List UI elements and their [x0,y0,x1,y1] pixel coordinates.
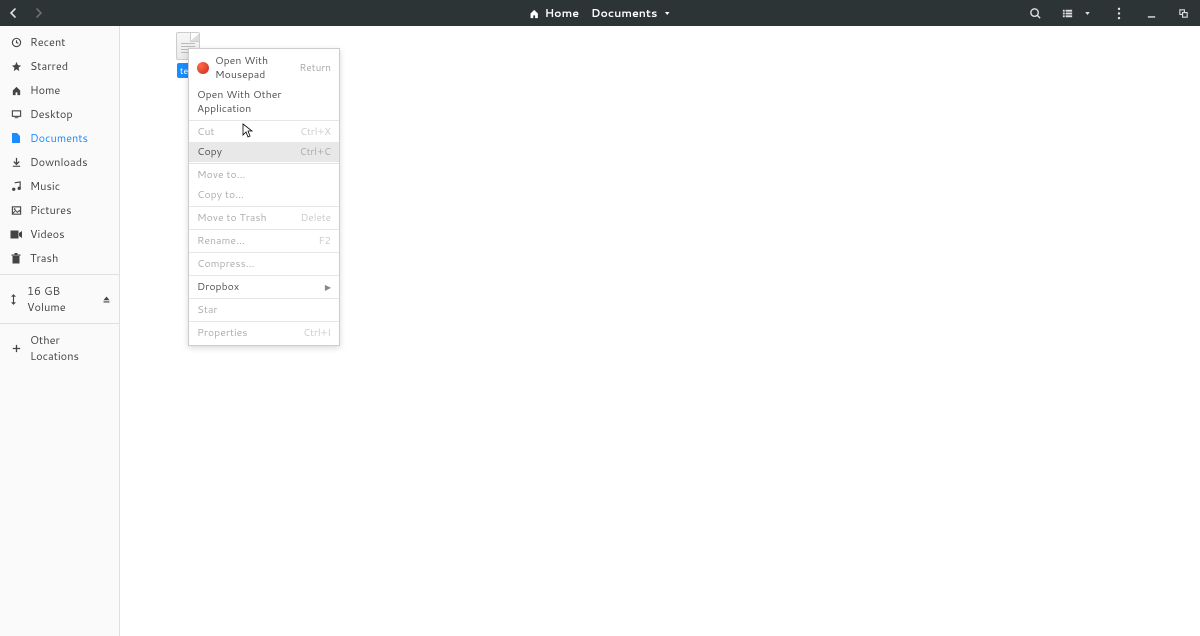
drive-icon [8,294,19,305]
menu-item-compress: Compress... [189,254,339,274]
star-icon [10,60,22,72]
menu-item-open-with-other-application[interactable]: Open With Other Application [189,85,339,119]
menu-item-shortcut: F2 [319,234,331,248]
sidebar: Recent Starred Home Desktop Documents Downloa… [0,26,120,636]
search-button[interactable] [1028,6,1042,20]
sidebar-item-label: Recent [30,34,65,50]
home-icon [529,8,540,19]
menu-item-shortcut: Delete [300,211,331,225]
home-icon [10,84,22,96]
sidebar-item-downloads[interactable]: Downloads [0,150,119,174]
menu-item-label: Compress... [197,257,255,271]
eject-button[interactable] [102,295,111,304]
menu-item-label: Open With Other Application [197,88,331,116]
file-pane[interactable]: test Open With MousepadReturnOpen With O… [120,26,1200,636]
menu-item-cut: Cut Ctrl+X [189,122,339,142]
nav-back-button[interactable] [6,5,22,21]
breadcrumb-home[interactable]: Home [529,5,579,21]
context-menu: Open With Mousepad Return Open With Other … [188,48,340,346]
pictures-icon [10,204,22,216]
sidebar-item-pictures[interactable]: Pictures [0,198,119,222]
menu-item-dropbox[interactable]: Dropbox ▶ [189,277,339,297]
menu-item-shortcut: Return [299,61,331,75]
sidebar-item-music[interactable]: Music [0,174,119,198]
sidebar-item-label: Music [30,178,60,194]
menu-item-open-with-mousepad[interactable]: Open With Mousepad Return [189,51,339,85]
menu-item-properties: Properties Ctrl+I [189,323,339,343]
view-list-button[interactable] [1060,6,1074,20]
sidebar-item-videos[interactable]: Videos [0,222,119,246]
sidebar-volume[interactable]: 16 GB Volume [0,279,119,319]
sidebar-item-label: Downloads [30,154,88,170]
menu-item-label: Star [197,303,218,317]
trash-icon [10,252,22,264]
sidebar-item-label: Other Locations [30,332,109,364]
sidebar-item-label: Starred [30,58,68,74]
menu-item-shortcut: Ctrl+C [300,145,331,159]
sidebar-item-home[interactable]: Home [0,78,119,102]
sidebar-item-label: Documents [30,130,88,146]
sidebar-item-label: Desktop [30,106,73,122]
menu-item-label: Cut [197,125,214,139]
breadcrumb: Home Documents [529,5,672,21]
breadcrumb-documents-label: Documents [591,5,657,21]
menu-item-label: Open With Mousepad [215,54,293,82]
sidebar-item-label: Videos [30,226,65,242]
music-icon [10,180,22,192]
menu-item-move-to-trash: Move to Trash Delete [189,208,339,228]
menu-item-shortcut: Ctrl+X [300,125,331,139]
menu-item-copy-to: Copy to... [189,185,339,205]
downloads-icon [10,156,22,168]
sidebar-item-desktop[interactable]: Desktop [0,102,119,126]
titlebar: Home Documents [0,0,1200,26]
menu-item-shortcut: Ctrl+I [303,326,331,340]
desktop-icon [10,108,22,120]
chevron-down-icon [662,9,671,18]
recent-icon [10,36,22,48]
sidebar-item-recent[interactable]: Recent [0,30,119,54]
menu-item-label: Move to... [197,168,245,182]
menu-item-move-to: Move to... [189,165,339,185]
menu-item-label: Copy [197,145,222,159]
sidebar-item-label: Pictures [30,202,72,218]
hamburger-menu-button[interactable] [1112,6,1126,20]
minimize-button[interactable] [1144,6,1158,20]
maximize-button[interactable] [1176,6,1190,20]
menu-item-star: Star [189,300,339,320]
nav-forward-button [30,5,46,21]
breadcrumb-home-label: Home [545,5,579,21]
videos-icon [10,228,22,240]
sidebar-other-locations[interactable]: Other Locations [0,328,119,368]
sidebar-item-label: Home [30,82,60,98]
sidebar-item-documents[interactable]: Documents [0,126,119,150]
breadcrumb-documents[interactable]: Documents [591,5,671,21]
view-dropdown-button[interactable] [1080,6,1094,20]
menu-item-label: Copy to... [197,188,244,202]
menu-item-label: Rename... [197,234,245,248]
sidebar-item-trash[interactable]: Trash [0,246,119,270]
sidebar-item-label: 16 GB Volume [27,283,94,315]
menu-item-rename: Rename... F2 [189,231,339,251]
menu-item-label: Properties [197,326,248,340]
menu-item-label: Move to Trash [197,211,267,225]
sidebar-item-label: Trash [30,250,58,266]
menu-item-copy[interactable]: Copy Ctrl+C [189,142,339,162]
plus-icon [10,342,22,354]
chevron-right-icon: ▶ [325,281,331,293]
documents-icon [10,132,22,144]
menu-item-label: Dropbox [197,280,239,294]
sidebar-item-star[interactable]: Starred [0,54,119,78]
mousepad-app-icon [197,62,209,74]
